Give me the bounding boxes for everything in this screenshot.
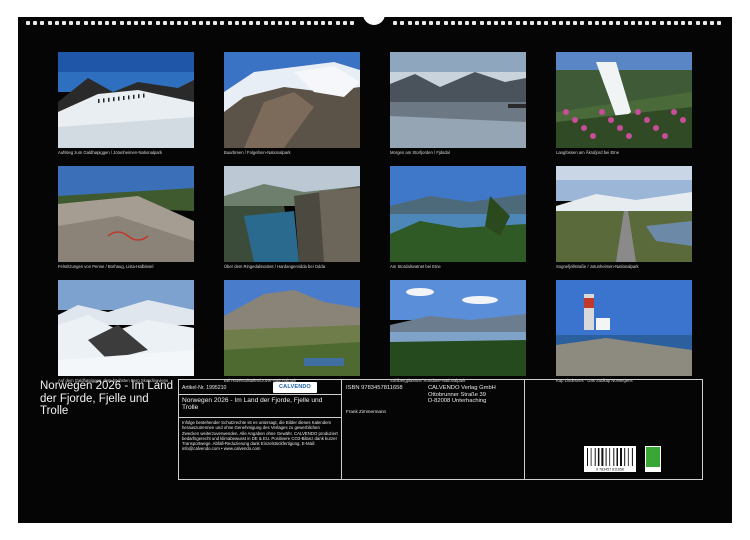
calendar-photo <box>556 166 692 262</box>
legal-notice: Infolge bestehender Schutzrechte ist es … <box>182 420 338 452</box>
info-box-title: Norwegen 2026 - Im Land der Fjorde, Fjel… <box>182 397 323 412</box>
calvendo-logo: CALVENDO <box>273 382 317 393</box>
calendar-photo <box>556 280 692 376</box>
photo-caption: Felsritzungen von Penne / Borhaug, Lista… <box>58 264 154 269</box>
calendar-title: Norwegen 2026 - Im Land der Fjorde, Fjel… <box>40 380 173 417</box>
calendar-photo <box>58 52 194 148</box>
calendar-photo <box>390 166 526 262</box>
photo-caption: Aufstieg zum Galdhøpiggen / Jotunheimen-… <box>58 150 163 155</box>
barcode-number: 9 783457 811658 <box>596 468 624 472</box>
photo-caption: Sognefjellstraße / Jotunheimen-Nationalp… <box>556 264 639 269</box>
calendar-photo <box>390 52 526 148</box>
info-box: Artikel-Nr. 1995210 CALVENDO Norwegen 20… <box>178 379 703 480</box>
author: Frank Zimmermann <box>346 409 387 414</box>
eco-label-icon <box>645 446 661 472</box>
isbn: ISBN 9783457811658 <box>346 385 403 391</box>
calendar-photo <box>224 52 360 148</box>
photo-caption: Am Stordalsvatnet bei Etne <box>390 264 441 269</box>
calendar-photo <box>224 280 360 376</box>
photo-caption: Über dem Ringedalsvatnet / Hardangervidd… <box>224 264 326 269</box>
calendar-photo <box>556 52 692 148</box>
publisher-address: CALVENDO Verlag GmbH Ottobrunner Straße … <box>428 385 496 405</box>
calendar-photo <box>390 280 526 376</box>
photo-caption: Buarbreen / Folgefonn-Nationalpark <box>224 150 291 155</box>
photo-caption: Morgen am Storfjorden / Fjdsdal <box>390 150 450 155</box>
calendar-photo <box>224 166 360 262</box>
barcode: 9 783457 811658 <box>584 446 636 472</box>
photo-caption: Langfossen am Åkrafjord bei Etne <box>556 150 620 155</box>
article-number: Artikel-Nr. 1995210 <box>182 385 227 391</box>
calendar-photo <box>58 280 194 376</box>
calendar-photo <box>58 166 194 262</box>
